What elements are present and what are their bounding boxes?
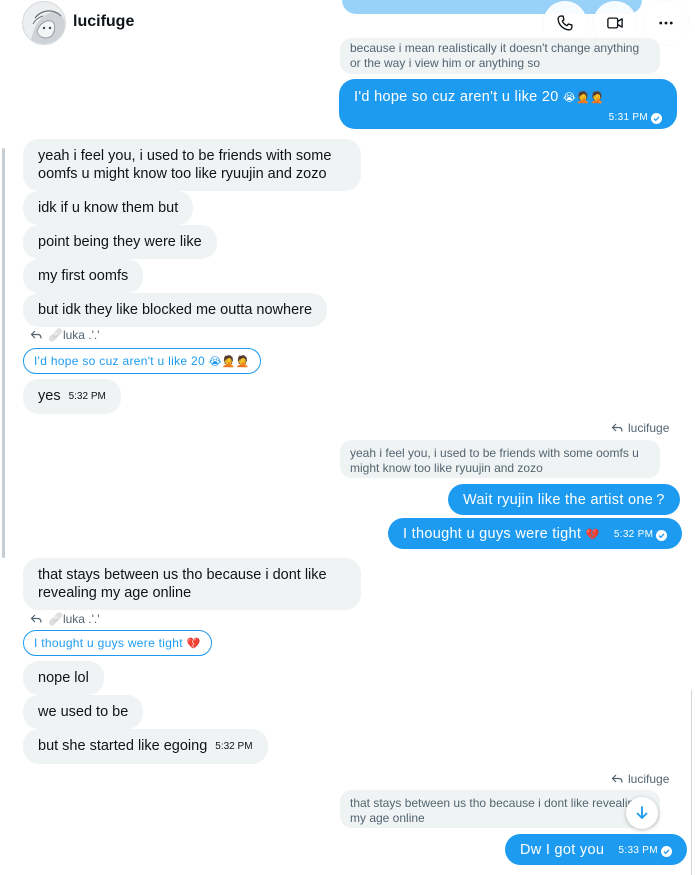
quoted-reply-text: I thought u guys were tight	[34, 636, 183, 650]
reply-author: 🩹luka .'.'	[48, 328, 100, 342]
reply-indicator: lucifuge	[611, 421, 669, 435]
message-text: yes	[38, 388, 61, 404]
check-icon	[660, 845, 672, 857]
message-text: Dw I got you	[520, 842, 605, 858]
message-bubble-incoming[interactable]: we used to be	[23, 695, 144, 729]
more-horizontal-icon	[659, 21, 673, 25]
avatar-icon[interactable]	[22, 1, 66, 45]
message-text: point being they were like	[38, 234, 202, 250]
message-text: idk if u know them but	[38, 200, 179, 216]
message-bubble-incoming[interactable]: nope lol	[23, 661, 104, 695]
message-text: but idk they like blocked me outta nowhe…	[38, 302, 313, 318]
message-text: I thought u guys were tight	[403, 526, 582, 542]
message-text: we used to be	[38, 704, 129, 720]
check-icon	[651, 112, 662, 124]
timestamp-text: 5:31 PM	[608, 112, 648, 123]
message-text: that stays between us tho because i dont…	[38, 567, 327, 601]
quoted-reply-emoji: 💔	[186, 638, 201, 650]
message-text: Wait ryujin like the artist one ?	[463, 492, 665, 508]
reply-arrow-icon	[30, 614, 42, 623]
message-timestamp: 5:33 PM	[619, 842, 672, 860]
quoted-message[interactable]: because i mean realistically it doesn't …	[340, 38, 660, 74]
message-bubble-outgoing[interactable]: Dw I got you 5:33 PM	[505, 834, 687, 865]
quoted-message[interactable]: that stays between us tho because i dont…	[340, 790, 660, 828]
dm-conversation: lucifuge because i mean realistically it…	[0, 0, 695, 875]
message-emojis: 😭🤦🤦	[562, 92, 605, 104]
message-bubble-incoming[interactable]: idk if u know them but	[23, 191, 194, 225]
reply-author: lucifuge	[628, 421, 670, 435]
video-camera-icon	[607, 17, 623, 29]
quoted-message-text: yeah i feel you, i used to be friends wi…	[350, 446, 639, 475]
panel-divider	[691, 690, 692, 875]
message-bubble-incoming[interactable]: but she started like egoing 5:32 PM	[23, 729, 268, 764]
message-bubble-outgoing[interactable]: Wait ryujin like the artist one ?	[448, 484, 680, 515]
message-bubble-outgoing[interactable]: I thought u guys were tight 💔 5:32 PM	[388, 518, 683, 549]
message-text: my first oomfs	[38, 268, 129, 284]
scroll-to-bottom-button[interactable]	[626, 797, 658, 829]
timestamp-text: 5:33 PM	[618, 845, 658, 856]
message-timestamp: 5:32 PM	[68, 391, 106, 402]
quoted-message[interactable]: yeah i feel you, i used to be friends wi…	[340, 440, 660, 478]
quoted-reply[interactable]: I'd hope so cuz aren't u like 20 😭🤦🤦	[23, 348, 261, 374]
contact-name[interactable]: lucifuge	[73, 13, 134, 31]
message-text: yeah i feel you, i used to be friends wi…	[38, 148, 332, 182]
check-icon	[656, 529, 668, 541]
reply-author: lucifuge	[628, 772, 670, 786]
message-bubble-incoming[interactable]: point being they were like	[23, 225, 217, 259]
reply-indicator: 🩹luka .'.'	[30, 612, 100, 626]
message-timestamp: 5:31 PM	[354, 109, 662, 127]
reply-arrow-icon	[611, 774, 623, 783]
message-bubble-incoming[interactable]: that stays between us tho because i dont…	[23, 558, 361, 610]
quoted-message-text: that stays between us tho because i dont…	[350, 796, 641, 825]
quoted-reply-emojis: 😭🤦🤦	[208, 356, 250, 368]
quoted-reply-text: I'd hope so cuz aren't u like 20	[34, 354, 205, 368]
message-text: nope lol	[38, 670, 89, 686]
message-text: but she started like egoing	[38, 738, 208, 754]
timestamp-text: 5:32 PM	[613, 529, 654, 540]
reply-arrow-icon	[30, 330, 42, 339]
message-bubble-incoming[interactable]: my first oomfs	[23, 259, 144, 293]
message-timestamp: 5:32 PM	[613, 526, 668, 544]
message-bubble-outgoing[interactable]: I'd hope so cuz aren't u like 20 😭🤦🤦 5:3…	[339, 79, 677, 129]
quoted-reply[interactable]: I thought u guys were tight 💔	[23, 630, 212, 656]
arrow-down-icon	[636, 806, 648, 819]
scrollbar-thumb[interactable]	[2, 148, 5, 558]
reply-indicator: lucifuge	[611, 772, 669, 786]
scrollbar[interactable]	[0, 140, 7, 560]
message-bubble-incoming[interactable]: but idk they like blocked me outta nowhe…	[23, 293, 328, 327]
message-emoji: 💔	[585, 529, 600, 541]
quoted-message-text: because i mean realistically it doesn't …	[350, 41, 640, 70]
reply-author: 🩹luka .'.'	[48, 612, 100, 626]
reply-arrow-icon	[611, 423, 623, 432]
reply-indicator: 🩹luka .'.'	[30, 328, 100, 342]
message-text: I'd hope so cuz aren't u like 20	[354, 89, 559, 105]
message-timestamp: 5:32 PM	[215, 741, 253, 752]
message-bubble-incoming[interactable]: yeah i feel you, i used to be friends wi…	[23, 139, 361, 191]
message-bubble-incoming[interactable]: yes 5:32 PM	[23, 379, 121, 414]
phone-icon	[557, 15, 573, 31]
